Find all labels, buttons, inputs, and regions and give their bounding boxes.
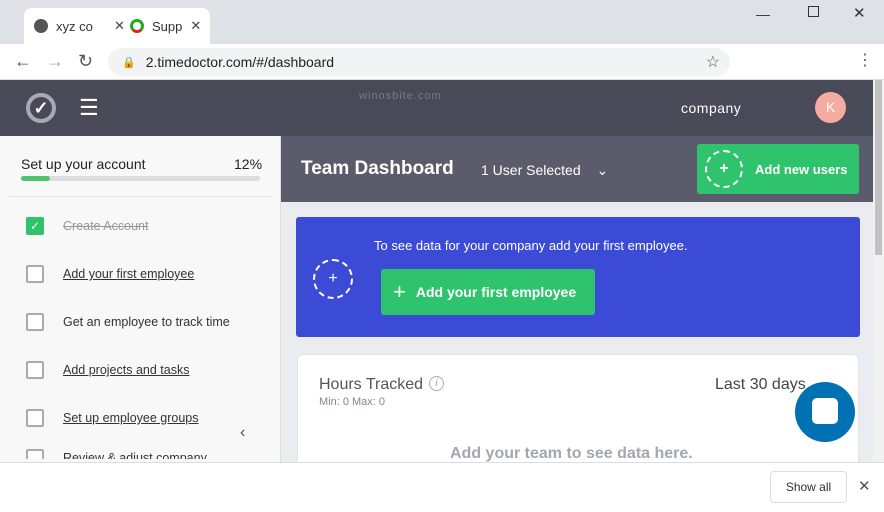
add-first-employee-button[interactable]: + Add your first employee — [381, 269, 595, 315]
address-bar: ← → ↻ 🔒 2.timedoctor.com/#/dashboard ☆ ⋮ — [0, 44, 884, 80]
item-link[interactable]: Add projects and tasks — [63, 363, 189, 377]
back-icon[interactable]: ← — [14, 51, 32, 72]
close-icon[interactable]: ✕ — [858, 477, 871, 495]
scrollbar[interactable] — [873, 80, 884, 462]
card-subtitle: Min: 0 Max: 0 — [319, 396, 386, 408]
button-label: Add your first employee — [415, 284, 577, 300]
checklist-item-add-employee[interactable]: Add your first employee — [26, 265, 194, 283]
info-icon[interactable]: i — [429, 376, 444, 391]
checkbox-icon[interactable] — [26, 409, 44, 427]
maximize-icon[interactable] — [808, 6, 819, 17]
banner-text: To see data for your company add your fi… — [374, 238, 688, 253]
divider — [9, 196, 272, 197]
item-link[interactable]: Add your first employee — [63, 267, 194, 281]
url-text: 2.timedoctor.com/#/dashboard — [145, 54, 335, 70]
dashboard-header: Team Dashboard 1 User Selected ⌄ + Add n… — [281, 136, 873, 202]
user-select-dropdown[interactable]: 1 User Selected ⌄ — [481, 162, 608, 179]
tab-title: xyz co — [56, 18, 93, 34]
setup-title: Set up your account — [21, 156, 146, 172]
add-user-icon: + — [705, 150, 743, 188]
window-close-icon[interactable]: ✕ — [853, 4, 866, 22]
app-header: ✓ ☰ winosbite.com company K — [0, 80, 873, 136]
progress-bar — [21, 176, 260, 181]
plus-icon: + — [393, 279, 406, 304]
setup-sidebar: Set up your account 12% ✓ Create Account … — [0, 136, 281, 462]
url-input[interactable]: 🔒 2.timedoctor.com/#/dashboard ☆ — [108, 48, 730, 76]
menu-icon[interactable]: ⋮ — [857, 50, 873, 70]
progress-percent: 12% — [234, 156, 263, 172]
checkbox-icon[interactable] — [26, 265, 44, 283]
checklist-item-projects[interactable]: Add projects and tasks — [26, 361, 189, 379]
reload-icon[interactable]: ↻ — [78, 51, 93, 72]
chevron-down-icon: ⌄ — [596, 162, 609, 178]
add-employee-banner: + To see data for your company add your … — [296, 217, 860, 337]
company-name[interactable]: company — [681, 100, 741, 116]
checkbox-checked-icon[interactable]: ✓ — [26, 217, 44, 235]
chat-icon — [812, 398, 838, 424]
show-all-button[interactable]: Show all — [770, 471, 847, 503]
checklist-item-track-time[interactable]: Get an employee to track time — [26, 313, 230, 331]
checklist-item-create-account[interactable]: ✓ Create Account — [26, 217, 148, 235]
checkbox-icon[interactable] — [26, 449, 44, 459]
button-label: Add new users — [755, 161, 848, 177]
item-label: Create Account — [63, 219, 149, 233]
checklist-item-groups[interactable]: Set up employee groups — [26, 409, 199, 427]
tab-title: Supp — [152, 18, 183, 34]
lock-icon: 🔒 — [122, 56, 136, 69]
watermark: winosbite.com — [359, 90, 442, 102]
download-bar: Show all ✕ — [0, 462, 884, 512]
card-title: Hours Tracked — [319, 376, 424, 393]
timedoctor-logo-icon[interactable]: ✓ — [26, 93, 56, 123]
clock-icon — [34, 19, 48, 33]
item-label: Get an employee to track time — [63, 315, 230, 329]
checklist-item-review[interactable]: Review & adjust company — [26, 449, 207, 459]
star-icon[interactable]: ☆ — [706, 52, 720, 72]
user-select-value: 1 User Selected — [481, 162, 581, 178]
page-title: Team Dashboard — [301, 158, 454, 179]
add-new-users-button[interactable]: + Add new users — [697, 144, 859, 194]
avatar[interactable]: K — [815, 92, 846, 123]
collapse-chevron-icon[interactable]: ‹ — [240, 424, 245, 442]
minimize-icon[interactable]: — — [756, 6, 770, 22]
item-label: Review & adjust company — [63, 451, 207, 459]
main-content: Team Dashboard 1 User Selected ⌄ + Add n… — [281, 136, 873, 474]
chat-launcher-button[interactable] — [795, 382, 855, 442]
add-user-icon: + — [313, 259, 353, 299]
close-icon[interactable]: ✕ — [190, 18, 201, 34]
support-icon — [130, 19, 144, 33]
hamburger-icon[interactable]: ☰ — [79, 95, 99, 121]
tab-bar: xyz co ✕ Supp ✕ — ✕ — [0, 0, 884, 44]
hours-tracked-card: Hours Tracked i Min: 0 Max: 0 Last 30 da… — [297, 354, 859, 474]
empty-state-text: Add your team to see data here. — [450, 445, 693, 462]
checkbox-icon[interactable] — [26, 313, 44, 331]
checkbox-icon[interactable] — [26, 361, 44, 379]
date-range-select[interactable]: Last 30 days — [715, 376, 806, 394]
forward-icon[interactable]: → — [46, 51, 64, 72]
tab-support[interactable]: Supp ✕ — [120, 8, 211, 44]
item-link[interactable]: Set up employee groups — [63, 411, 199, 425]
